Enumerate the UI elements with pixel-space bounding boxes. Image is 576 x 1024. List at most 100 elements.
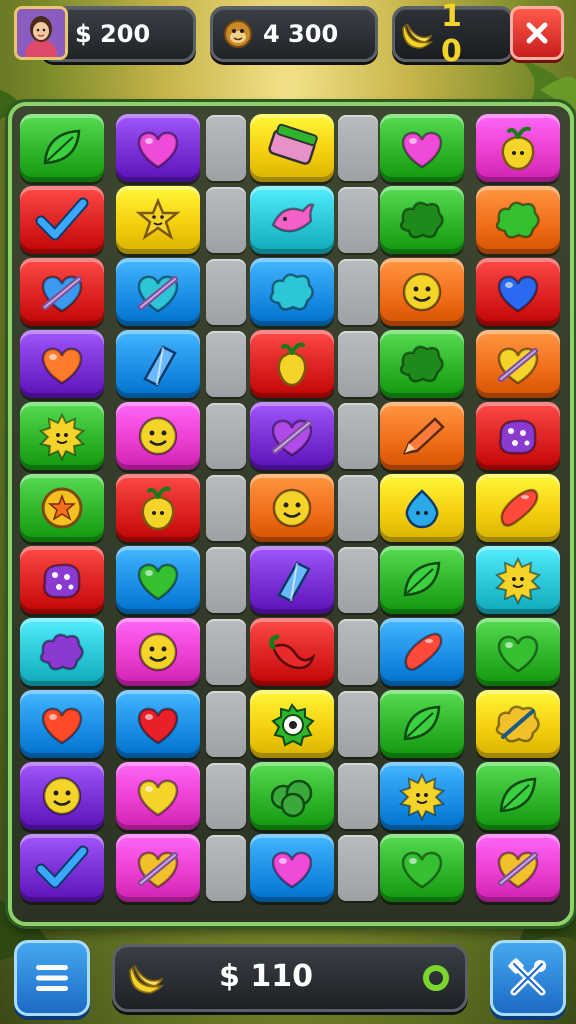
game-tile-green-leaf[interactable] [380, 546, 464, 614]
game-tile-cyan-splat[interactable] [20, 618, 104, 686]
game-tile-red-heart-slash[interactable] [20, 258, 104, 326]
game-tile-orange-smiley[interactable] [380, 258, 464, 326]
game-tile-cyan-fish[interactable] [250, 186, 334, 254]
game-tile-purple-check[interactable] [20, 834, 104, 902]
game-tile-red-dotted-blob[interactable] [20, 546, 104, 614]
banana-icon [127, 959, 167, 995]
empty-slot [338, 619, 378, 685]
game-tile-blue-heart[interactable] [20, 690, 104, 758]
empty-slot [206, 331, 246, 397]
game-tile-purple-crystal[interactable] [250, 546, 334, 614]
heart-icon [497, 275, 539, 313]
game-tile-yellow-splat-slash[interactable] [476, 690, 560, 758]
menu-button[interactable] [14, 940, 90, 1016]
game-tile-orange-splat[interactable] [476, 186, 560, 254]
empty-slot [206, 475, 246, 541]
game-tile-magenta-fruit-face[interactable] [476, 114, 560, 182]
game-tile-orange-smiley[interactable] [250, 474, 334, 542]
game-tile-blue-heart-slash[interactable] [116, 258, 200, 326]
game-tile-yellow-bean[interactable] [476, 474, 560, 542]
heart-slash-icon [41, 275, 83, 313]
game-tile-magenta-heart-slash[interactable] [116, 834, 200, 902]
heart-slash-icon [137, 851, 179, 889]
lives-value: 1 0 [441, 0, 468, 69]
game-tile-blue-heart[interactable] [116, 690, 200, 758]
empty-slot [338, 259, 378, 325]
game-tile-magenta-heart-slash[interactable] [476, 834, 560, 902]
empty-slot [338, 331, 378, 397]
chili-icon [269, 634, 316, 670]
heart-icon [41, 347, 83, 385]
empty-slot [338, 547, 378, 613]
game-tile-red-fruit[interactable] [250, 330, 334, 398]
game-tile-green-heart[interactable] [380, 114, 464, 182]
game-tile-red-dotted-blob[interactable] [476, 402, 560, 470]
game-tile-yellow-eye-flower[interactable] [250, 690, 334, 758]
game-tile-blue-splat[interactable] [250, 258, 334, 326]
empty-slot [338, 115, 378, 181]
game-tile-red-fruit-face[interactable] [116, 474, 200, 542]
game-tile-green-sun-face[interactable] [20, 402, 104, 470]
monkey-face-icon [223, 19, 253, 49]
game-tile-purple-heart[interactable] [116, 114, 200, 182]
game-tile-purple-smiley[interactable] [20, 762, 104, 830]
game-tile-magenta-heart[interactable] [116, 762, 200, 830]
game-tile-blue-bean[interactable] [380, 618, 464, 686]
game-tile-purple-heart-slash[interactable] [250, 402, 334, 470]
game-tile-cyan-sun-face[interactable] [476, 546, 560, 614]
game-tile-green-bush[interactable] [250, 762, 334, 830]
game-tile-yellow-drop-face[interactable] [380, 474, 464, 542]
game-tile-green-leaf[interactable] [380, 690, 464, 758]
money-value: $ 200 [75, 20, 151, 48]
heart-icon [137, 779, 179, 817]
sun-face-icon [495, 556, 541, 606]
heart-slash-icon [271, 419, 313, 457]
score-value: 4 300 [263, 20, 339, 48]
empty-slot [206, 115, 246, 181]
game-tile-magenta-smiley[interactable] [116, 618, 200, 686]
game-tile-magenta-smiley[interactable] [116, 402, 200, 470]
game-tile-blue-heart[interactable] [116, 546, 200, 614]
lives-counter: 1 0 [392, 0, 514, 69]
game-tile-green-leaf[interactable] [476, 762, 560, 830]
heart-icon [401, 131, 443, 169]
close-button[interactable] [510, 6, 564, 60]
game-tile-green-star-coin[interactable] [20, 474, 104, 542]
game-tile-green-heart[interactable] [380, 834, 464, 902]
tools-button[interactable] [490, 940, 566, 1016]
empty-slot [338, 835, 378, 901]
game-tile-red-chili[interactable] [250, 618, 334, 686]
leaf-icon [499, 777, 537, 813]
game-tile-blue-heart[interactable] [250, 834, 334, 902]
sun-face-icon [39, 412, 85, 462]
bush-icon [270, 779, 313, 818]
game-tile-blue-sun-face[interactable] [380, 762, 464, 830]
game-tile-green-heart[interactable] [476, 618, 560, 686]
game-tile-red-check[interactable] [20, 186, 104, 254]
star-coin-icon [41, 487, 83, 529]
smiley-icon [42, 776, 82, 816]
game-tile-blue-crystal[interactable] [116, 330, 200, 398]
game-tile-orange-pencil[interactable] [380, 402, 464, 470]
dotted-blob-icon [43, 563, 81, 599]
game-tile-yellow-star-creature[interactable] [116, 186, 200, 254]
game-tile-orange-heart-slash[interactable] [476, 330, 560, 398]
game-tile-yellow-striped-bar[interactable] [250, 114, 334, 182]
heart-slash-icon [497, 851, 539, 889]
splat-icon [269, 273, 314, 311]
game-tile-purple-heart[interactable] [20, 330, 104, 398]
empty-slot [206, 259, 246, 325]
heart-slash-icon [137, 275, 179, 313]
splat-icon [399, 345, 444, 383]
empty-slot [206, 619, 246, 685]
empty-slot [338, 691, 378, 757]
heart-icon [137, 131, 179, 169]
empty-slot [206, 835, 246, 901]
smiley-icon [272, 488, 312, 528]
striped-bar-icon [268, 123, 318, 165]
game-tile-green-leaf[interactable] [20, 114, 104, 182]
game-tile-red-heart[interactable] [476, 258, 560, 326]
game-tile-green-splat[interactable] [380, 186, 464, 254]
player-avatar[interactable] [14, 6, 68, 60]
game-tile-green-splat[interactable] [380, 330, 464, 398]
